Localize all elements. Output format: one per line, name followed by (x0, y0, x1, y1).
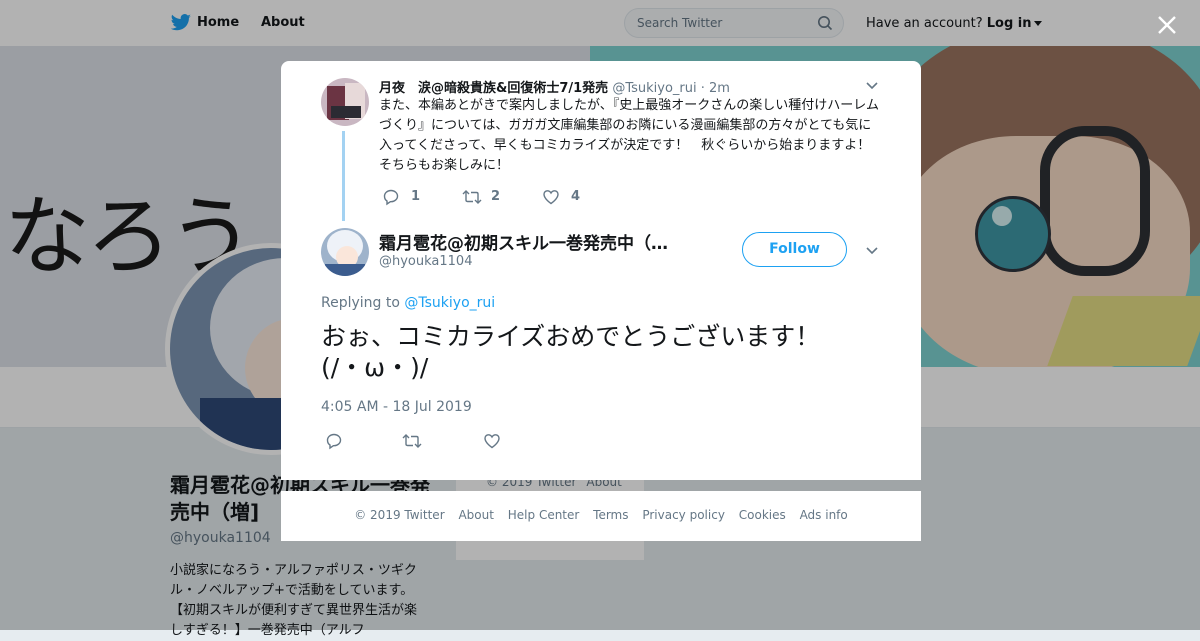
parent-tweet-avatar[interactable] (321, 78, 369, 126)
retweet-icon (462, 190, 482, 204)
tweet-modal: 月夜 涙@暗殺貴族&回復術士7/1発売 @Tsukiyo_rui · 2m また… (281, 61, 921, 480)
footer-link-help-center[interactable]: Help Center (508, 508, 580, 522)
follow-button[interactable]: Follow (742, 232, 847, 267)
heart-icon (543, 190, 559, 205)
replying-prefix: Replying to (321, 295, 400, 311)
retweet-icon (402, 434, 422, 448)
main-tweet-avatar[interactable] (321, 228, 369, 276)
footer-link-privacy[interactable]: Privacy policy (642, 508, 725, 522)
close-icon[interactable] (1156, 14, 1178, 36)
footer-link-about[interactable]: About (458, 508, 493, 522)
parent-tweet-text: また、本編あとがきで案内しましたが、『史上最強オークさんの楽しい種付けハーレムづ… (379, 98, 884, 173)
modal-footer: © 2019 Twitter About Help Center Terms P… (281, 491, 921, 541)
chevron-down-icon[interactable] (866, 247, 878, 255)
replying-to: Replying to @Tsukiyo_rui (321, 295, 495, 311)
parent-tweet-handle[interactable]: @Tsukiyo_rui (612, 81, 696, 96)
main-tweet-text: おぉ、コミカライズおめでとうございます！(/・ω・)/ (321, 322, 821, 382)
footer-link-ads-info[interactable]: Ads info (800, 508, 848, 522)
reply-icon (326, 433, 342, 450)
footer-link-cookies[interactable]: Cookies (739, 508, 786, 522)
thread-line (342, 131, 345, 221)
heart-icon (484, 434, 500, 449)
chevron-down-icon[interactable] (866, 82, 878, 90)
main-tweet-name[interactable]: 霜月雹花@初期スキル一巻発売中（… (379, 229, 689, 254)
like-count: 4 (571, 189, 581, 204)
avatar-shape (331, 106, 361, 118)
parent-tweet-time[interactable]: · 2m (701, 81, 730, 96)
parent-tweet-name[interactable]: 月夜 涙@暗殺貴族&回復術士7/1発売 (379, 81, 608, 96)
footer-link-terms[interactable]: Terms (593, 508, 628, 522)
parent-tweet-header: 月夜 涙@暗殺貴族&回復術士7/1発売 @Tsukiyo_rui · 2m (379, 77, 730, 96)
replying-to-link[interactable]: @Tsukiyo_rui (404, 295, 495, 311)
reply-icon (383, 189, 399, 206)
main-tweet-timestamp[interactable]: 4:05 AM - 18 Jul 2019 (321, 399, 472, 415)
footer-copyright: © 2019 Twitter (354, 508, 445, 522)
main-tweet-handle[interactable]: @hyouka1104 (379, 254, 472, 269)
retweet-count: 2 (491, 189, 501, 204)
footer-links: © 2019 Twitter About Help Center Terms P… (281, 508, 921, 522)
reply-count: 1 (411, 189, 421, 204)
avatar-dress (325, 264, 365, 276)
